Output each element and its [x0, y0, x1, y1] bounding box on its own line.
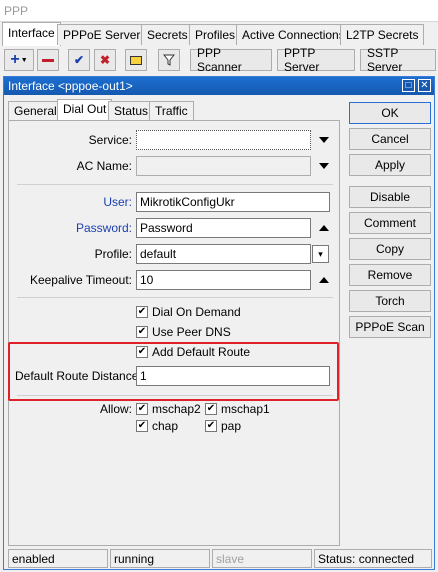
allow-mschap1-label: mschap1 — [221, 402, 270, 416]
allow-pap-label: pap — [221, 419, 242, 433]
cancel-button[interactable]: Cancel — [349, 128, 431, 150]
use-peer-dns-checkbox[interactable]: ✔ — [136, 326, 148, 338]
apply-button[interactable]: Apply — [349, 154, 431, 176]
remove-button[interactable] — [37, 49, 59, 71]
tab-general[interactable]: General — [8, 101, 63, 121]
user-label: User: — [103, 195, 132, 209]
main-tabs: Interface PPPoE Servers Secrets Profiles… — [0, 22, 438, 46]
allow-pap-checkbox[interactable]: ✔ — [205, 420, 217, 432]
tab-secrets[interactable]: Secrets — [141, 24, 194, 45]
note-icon — [130, 55, 142, 65]
tab-dial-out[interactable]: Dial Out — [57, 99, 113, 122]
allow-mschap2-checkbox[interactable]: ✔ — [136, 403, 148, 415]
dial-out-panel: Service: AC Name: User: MikrotikConfigUk… — [8, 120, 340, 546]
tab-profiles[interactable]: Profiles — [189, 24, 242, 45]
allow-chap-checkbox[interactable]: ✔ — [136, 420, 148, 432]
ac-name-dropdown-icon[interactable] — [319, 161, 329, 171]
ac-name-field[interactable] — [136, 156, 311, 176]
add-button[interactable]: + ▼ — [4, 49, 34, 71]
remove-button[interactable]: Remove — [349, 264, 431, 286]
ok-button[interactable]: OK — [349, 102, 431, 124]
status-running: running — [110, 549, 210, 568]
tab-l2tp-secrets[interactable]: L2TP Secrets — [340, 24, 425, 45]
disable-button[interactable]: ✖ — [94, 49, 116, 71]
torch-button[interactable]: Torch — [349, 290, 431, 312]
allow-mschap2-label: mschap2 — [152, 402, 201, 416]
keepalive-timeout-field[interactable]: 10 — [136, 270, 311, 290]
pppoe-scan-button[interactable]: PPPoE Scan — [349, 316, 431, 338]
dial-on-demand-checkbox[interactable]: ✔ — [136, 306, 148, 318]
copy-button[interactable]: Copy — [349, 238, 431, 260]
enable-button[interactable]: ✔ — [68, 49, 90, 71]
tab-traffic[interactable]: Traffic — [149, 101, 194, 121]
password-toggle-up-icon[interactable] — [319, 223, 329, 233]
tab-active-connections[interactable]: Active Connections — [236, 24, 351, 45]
disable-button[interactable]: Disable — [349, 186, 431, 208]
allow-chap-label: chap — [152, 419, 179, 433]
comment-button[interactable] — [125, 49, 147, 71]
status-enabled: enabled — [8, 549, 108, 568]
ppp-scanner-button[interactable]: PPP Scanner — [190, 46, 272, 74]
service-dropdown-icon[interactable] — [319, 135, 329, 145]
maximize-icon[interactable]: □ — [402, 79, 415, 92]
sstp-server-button[interactable]: SSTP Server — [360, 46, 436, 74]
dialog-title: Interface <pppoe-out1> — [8, 79, 133, 93]
service-label: Service: — [88, 133, 132, 147]
keepalive-toggle-up-icon[interactable] — [319, 275, 329, 285]
check-icon: ✔ — [73, 53, 85, 67]
app-title: PPP — [4, 4, 29, 18]
tab-status[interactable]: Status — [108, 101, 155, 121]
password-label: Password: — [75, 221, 132, 235]
allow-mschap1-checkbox[interactable]: ✔ — [205, 403, 217, 415]
divider — [17, 184, 333, 185]
dialog-titlebar[interactable]: Interface <pppoe-out1> □ ✕ — [4, 77, 434, 95]
app-titlebar: PPP — [0, 0, 438, 22]
dial-on-demand-label: Dial On Demand — [152, 305, 241, 319]
highlight-box — [8, 342, 339, 401]
status-slave: slave — [212, 549, 312, 568]
minus-icon — [42, 58, 54, 62]
pptp-server-button[interactable]: PPTP Server — [277, 46, 355, 74]
filter-icon — [163, 54, 175, 66]
use-peer-dns-label: Use Peer DNS — [152, 325, 231, 339]
profile-dropdown-icon[interactable]: ▾ — [312, 245, 329, 263]
close-icon[interactable]: ✕ — [418, 79, 431, 92]
profile-select[interactable]: default — [136, 244, 311, 264]
tab-pppoe-servers[interactable]: PPPoE Servers — [57, 24, 153, 45]
plus-icon: + — [10, 51, 20, 68]
status-bar: enabled running slave Status: connected — [8, 549, 432, 568]
filter-button[interactable] — [158, 49, 180, 71]
status-connection: Status: connected — [314, 549, 432, 568]
comment-button[interactable]: Comment — [349, 212, 431, 234]
service-select[interactable] — [136, 130, 311, 150]
keepalive-timeout-label: Keepalive Timeout: — [29, 273, 132, 287]
x-icon: ✖ — [99, 53, 111, 67]
toolbar: + ▼ ✔ ✖ PPP Scanner PPTP Server SSTP Serv… — [0, 46, 438, 74]
dropdown-arrow-icon: ▼ — [20, 56, 28, 64]
user-field[interactable]: MikrotikConfigUkr — [136, 192, 330, 212]
profile-label: Profile: — [94, 247, 132, 261]
allow-label: Allow: — [99, 402, 132, 416]
interface-dialog: Interface <pppoe-out1> □ ✕ General Dial … — [3, 76, 435, 570]
tab-interface[interactable]: Interface — [2, 22, 61, 46]
ac-name-label: AC Name: — [76, 159, 132, 173]
divider — [17, 297, 333, 298]
password-field[interactable]: Password — [136, 218, 311, 238]
